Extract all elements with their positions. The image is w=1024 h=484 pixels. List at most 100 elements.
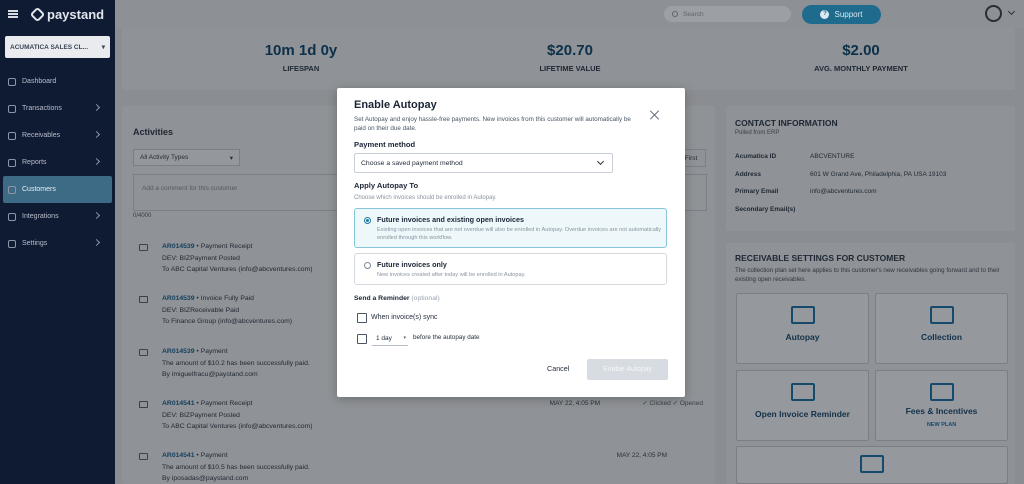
tile-label: Open Invoice Reminder (755, 409, 850, 419)
reminder-label: Send a Reminder (354, 295, 410, 302)
chevron-right-icon (92, 238, 101, 247)
contact-value: ABCVENTURE (810, 153, 855, 160)
reminder-sync-label: When invoice(s) sync (371, 314, 438, 321)
sidebar-item-label: Transactions (22, 105, 62, 112)
enable-autopay-button[interactable]: Enable Autopay (587, 359, 668, 380)
comment-char-count: 0/4000 (133, 213, 152, 219)
contact-label: Address (735, 171, 762, 178)
reminder-days-value: 1 day (376, 335, 392, 342)
activity-title: Payment (200, 348, 228, 355)
logo-text: paystand (47, 6, 105, 22)
radio-selected[interactable] (364, 217, 371, 224)
sidebar-item-reports[interactable]: Reports (0, 149, 115, 176)
activity-ref[interactable]: AR014541 (162, 400, 195, 407)
contact-value: info@abcventures.com (810, 188, 877, 195)
reminder-optional: (optional) (411, 295, 440, 302)
sidebar-item-label: Receivables (22, 132, 61, 139)
reminder-days-select[interactable]: 1 day ▾ (372, 332, 408, 346)
activity-title: Invoice Fully Paid (200, 295, 254, 302)
activity-type-select[interactable]: All Activity Types ▾ (133, 149, 240, 166)
receivable-settings-card: RECEIVABLE SETTINGS FOR CUSTOMER The col… (726, 243, 1015, 484)
help-icon: ? (820, 10, 830, 19)
contact-row: Primary Email info@abcventures.com (735, 188, 877, 195)
option-title: Future invoices only (377, 260, 447, 269)
activity-line: By iposadas@paystand.com (162, 475, 249, 482)
sidebar-item-integrations[interactable]: Integrations (0, 203, 115, 230)
activity-ref[interactable]: AR014541 (162, 452, 195, 459)
sidebar-header: paystand (0, 0, 115, 28)
option-future-and-open-invoices[interactable]: Future invoices and existing open invoic… (354, 208, 667, 248)
activity-ref[interactable]: AR014539 (162, 295, 195, 302)
tile-label: Fees & Incentives (905, 406, 978, 416)
customer-stats-card: 10m 1d 0y LIFESPAN $20.70 LIFETIME VALUE… (122, 28, 1015, 90)
reminder-sync-checkbox[interactable] (357, 313, 367, 323)
apply-autopay-label: Apply Autopay To (354, 181, 419, 190)
sidebar-item-dashboard[interactable]: Dashboard (0, 68, 115, 95)
gear-icon (8, 239, 16, 248)
top-bar (115, 0, 1024, 28)
sidebar-item-label: Integrations (22, 213, 59, 220)
stat-value: $20.70 (547, 42, 593, 59)
payment-method-select[interactable]: Choose a saved payment method (354, 153, 613, 173)
activity-ref[interactable]: AR014539 (162, 243, 195, 250)
contact-row: Secondary Email(s) (735, 206, 810, 213)
contact-title: CONTACT INFORMATION (735, 118, 838, 128)
collection-clock-icon (929, 306, 954, 324)
payment-method-label: Payment method (354, 140, 416, 149)
payment-icon (139, 349, 148, 356)
activity-line: To ABC Capital Ventures (info@abcventure… (162, 423, 313, 430)
activity-line: DEV: BIZPayment Posted (162, 411, 240, 419)
search-placeholder: Search (683, 10, 704, 18)
search-icon (672, 11, 678, 17)
radio-unselected[interactable] (364, 262, 371, 269)
support-button[interactable]: ? Support (802, 5, 881, 24)
contact-label: Acumatica ID (735, 153, 777, 160)
activity-line: The amount of $10.5 has been successfull… (162, 463, 310, 471)
activity-status: ✓ Clicked ✓ Opened (642, 400, 703, 407)
cancel-button[interactable]: Cancel (547, 364, 569, 373)
activity-date: MAY 22, 4:05 PM (549, 400, 600, 407)
dashboard-icon (8, 77, 16, 86)
chevron-down-icon: ▾ (101, 44, 105, 51)
stat-lifespan: 10m 1d 0y LIFESPAN (201, 42, 401, 73)
sidebar-item-receivables[interactable]: Receivables (0, 122, 115, 149)
stat-label: LIFESPAN (282, 64, 320, 73)
activity-type-value: All Activity Types (140, 154, 189, 161)
store-tile[interactable] (736, 446, 1008, 484)
fees-incentives-tile[interactable]: Fees & Incentives NEW PLAN (875, 370, 1008, 441)
payment-icon (139, 453, 148, 460)
receivables-icon (8, 131, 16, 140)
sidebar-item-label: Customers (22, 186, 56, 193)
sidebar-item-settings[interactable]: Settings (0, 230, 115, 257)
stat-value: 10m 1d 0y (264, 42, 338, 59)
org-select[interactable]: ACUMATICA SALES CL... ▾ (5, 36, 110, 58)
payment-method-value: Choose a saved payment method (361, 159, 463, 167)
autopay-tile[interactable]: Autopay (736, 293, 869, 364)
close-icon[interactable] (650, 110, 660, 120)
contact-row: Address 601 W Grand Ave, Philadelphia, PA… (735, 171, 946, 178)
activity-item[interactable]: AR014541 • Payment The amount of $10.5 h… (133, 450, 707, 484)
modal-title: Enable Autopay (354, 99, 437, 111)
menu-icon[interactable] (8, 10, 18, 18)
receipt-icon (139, 244, 148, 251)
collection-tile[interactable]: Collection (875, 293, 1008, 364)
user-avatar-icon[interactable] (985, 5, 1002, 22)
tile-label: Collection (920, 332, 963, 342)
activity-ref[interactable]: AR014539 (162, 348, 195, 355)
activities-title: Activities (133, 127, 174, 137)
paystand-logo[interactable]: paystand (29, 6, 105, 22)
open-invoice-reminder-tile[interactable]: Open Invoice Reminder (736, 370, 869, 441)
search-input[interactable]: Search (664, 6, 791, 22)
contact-information-card: CONTACT INFORMATION Pulled from ERP Acum… (726, 106, 1015, 231)
activity-title: Payment (200, 452, 228, 459)
org-select-value: ACUMATICA SALES CL... (10, 43, 88, 51)
option-future-invoices-only[interactable]: Future invoices only New invoices create… (354, 253, 667, 285)
receipt-icon (139, 296, 148, 303)
sidebar-item-customers[interactable]: Customers (3, 176, 112, 203)
reminder-days-checkbox[interactable] (357, 334, 367, 344)
activity-date: MAY 22, 4:05 PM (616, 452, 667, 459)
sidebar-item-transactions[interactable]: Transactions (0, 95, 115, 122)
apply-autopay-help: Choose which invoices should be enrolled… (354, 195, 497, 201)
activity-item[interactable]: AR014541 • Payment Receipt DEV: BIZPayme… (133, 398, 707, 433)
contact-label: Secondary Email(s) (735, 206, 796, 213)
